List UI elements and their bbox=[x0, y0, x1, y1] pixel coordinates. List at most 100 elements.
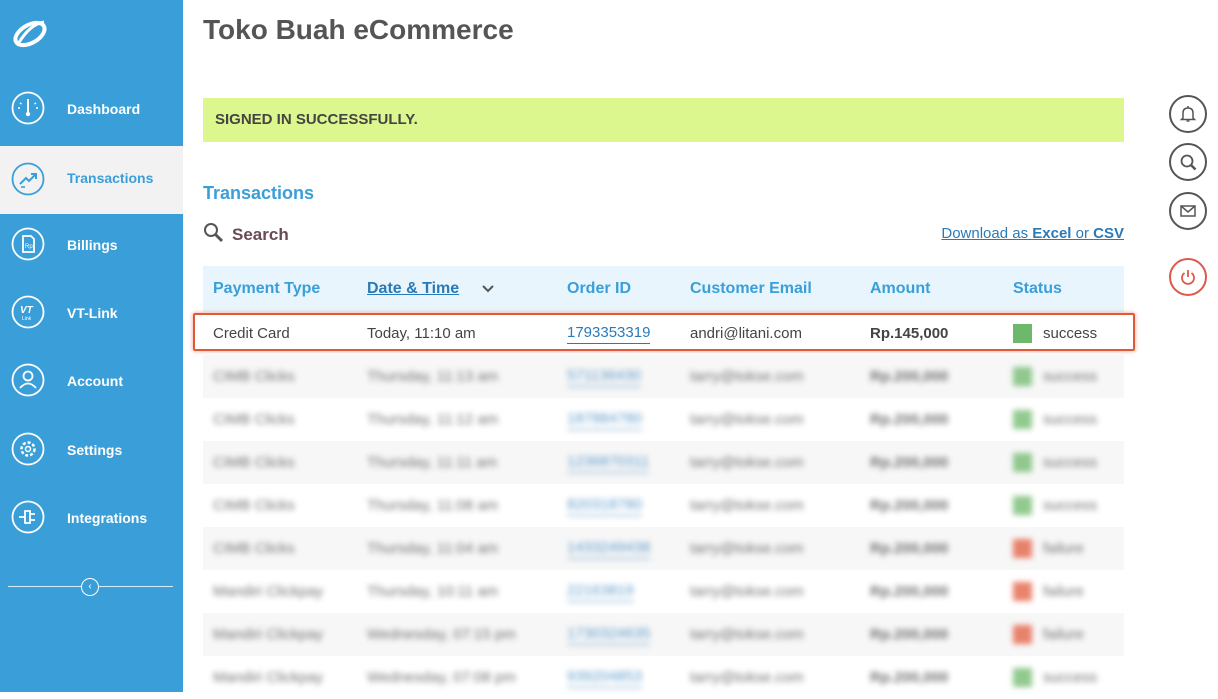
sidebar-item-label: Account bbox=[67, 373, 123, 389]
power-icon bbox=[1181, 270, 1195, 285]
gear-icon bbox=[11, 432, 45, 466]
column-header-amount[interactable]: Amount bbox=[870, 266, 930, 312]
sidebar-item-label: Settings bbox=[67, 442, 123, 458]
cell-customer-email: tarry@tokse.com bbox=[690, 411, 804, 428]
cell-order-id[interactable]: 1793353319 bbox=[567, 323, 651, 344]
cell-order-id[interactable]: 1730324635 bbox=[567, 624, 651, 645]
cell-customer-email: tarry@tokse.com bbox=[690, 368, 804, 385]
cell-status: success bbox=[1043, 411, 1098, 428]
cell-customer-email: tarry@tokse.com bbox=[690, 497, 804, 514]
table-row[interactable]: CIMB Clicks Thursday, 11:12 am 187884780 ta… bbox=[203, 398, 1124, 441]
column-header-date-time[interactable]: Date & Time bbox=[367, 266, 459, 312]
sidebar-item-account[interactable]: Account bbox=[0, 347, 183, 415]
cell-status: success bbox=[1043, 325, 1098, 342]
cell-status: success bbox=[1043, 497, 1098, 514]
cell-date-time: Wednesday, 07:08 pm bbox=[367, 669, 516, 686]
status-indicator bbox=[1013, 496, 1032, 515]
sidebar-item-integrations[interactable]: Integrations bbox=[0, 484, 183, 552]
cell-order-id[interactable]: 939204853 bbox=[567, 667, 643, 688]
table-row[interactable]: Mandiri Clickpay Wednesday, 07:15 pm 17303… bbox=[203, 613, 1124, 656]
sidebar-item-transactions[interactable]: Transactions bbox=[0, 146, 183, 214]
cell-order-id[interactable]: 187884780 bbox=[567, 409, 643, 430]
cell-amount: Rp.200,000 bbox=[870, 497, 949, 514]
cell-customer-email: tarry@tokse.com bbox=[690, 540, 804, 557]
status-indicator bbox=[1013, 539, 1032, 558]
cell-status: failure bbox=[1043, 626, 1084, 643]
page-title: Toko Buah eCommerce bbox=[203, 14, 514, 45]
sidebar-item-label: Dashboard bbox=[67, 101, 141, 117]
download-or: or bbox=[1071, 225, 1094, 242]
status-indicator bbox=[1013, 582, 1032, 601]
cell-payment-type: Mandiri Clickpay bbox=[213, 583, 324, 600]
search-button[interactable] bbox=[1169, 143, 1207, 181]
vt-link-icon: VTLink bbox=[11, 295, 45, 329]
column-header-order-id[interactable]: Order ID bbox=[567, 266, 631, 312]
cell-order-id[interactable]: 571136430 bbox=[567, 366, 641, 387]
search-icon bbox=[1180, 154, 1197, 171]
cell-status: success bbox=[1043, 368, 1098, 385]
cell-payment-type: Credit Card bbox=[213, 325, 290, 342]
user-icon bbox=[11, 363, 45, 397]
cell-date-time: Thursday, 10:11 am bbox=[367, 583, 499, 600]
status-indicator bbox=[1013, 668, 1032, 687]
cell-customer-email: tarry@tokse.com bbox=[690, 626, 804, 643]
table-row[interactable]: Mandiri Clickpay Thursday, 10:11 am 221638… bbox=[203, 570, 1124, 613]
table-row[interactable]: Mandiri Clickpay Wednesday, 07:08 pm 93920… bbox=[203, 656, 1124, 699]
bell-icon bbox=[1179, 106, 1197, 122]
cell-order-id[interactable]: 820318780 bbox=[567, 495, 643, 516]
mail-icon bbox=[1180, 205, 1196, 217]
cell-payment-type: CIMB Clicks bbox=[213, 497, 295, 514]
cell-date-time: Thursday, 11:12 am bbox=[367, 411, 499, 428]
cell-customer-email: andri@litani.com bbox=[690, 325, 802, 342]
cell-amount: Rp.200,000 bbox=[870, 583, 949, 600]
column-header-customer-email[interactable]: Customer Email bbox=[690, 266, 812, 312]
cell-customer-email: tarry@tokse.com bbox=[690, 454, 804, 471]
cell-amount: Rp.200,000 bbox=[870, 411, 949, 428]
messages-button[interactable] bbox=[1169, 192, 1207, 230]
status-indicator bbox=[1013, 410, 1032, 429]
cell-status: success bbox=[1043, 669, 1098, 686]
table-row[interactable]: CIMB Clicks Thursday, 11:13 am 571136430 ta… bbox=[203, 355, 1124, 398]
cell-amount: Rp.200,000 bbox=[870, 454, 949, 471]
cell-date-time: Today, 11:10 am bbox=[367, 325, 476, 342]
status-indicator bbox=[1013, 453, 1032, 472]
chevron-down-icon[interactable] bbox=[481, 282, 495, 296]
logout-button[interactable] bbox=[1169, 258, 1207, 296]
notifications-button[interactable] bbox=[1169, 95, 1207, 133]
download-excel-link[interactable]: Excel bbox=[1032, 225, 1071, 242]
sidebar-item-dashboard[interactable]: Dashboard bbox=[0, 75, 183, 143]
table-row[interactable]: CIMB Clicks Thursday, 11:11 am 1236870311 t… bbox=[203, 441, 1124, 484]
sidebar-item-label: Transactions bbox=[67, 170, 154, 186]
table-header: Payment Type Date & Time Order ID Custom… bbox=[203, 266, 1124, 312]
download-csv-link[interactable]: CSV bbox=[1093, 225, 1124, 242]
sidebar-item-billings[interactable]: Rp Billings bbox=[0, 211, 183, 279]
cell-status: failure bbox=[1043, 540, 1084, 557]
cell-order-id[interactable]: 22163819 bbox=[567, 581, 634, 602]
plug-icon bbox=[11, 500, 45, 534]
cell-order-id[interactable]: 1433249438 bbox=[567, 538, 651, 559]
cell-payment-type: CIMB Clicks bbox=[213, 411, 295, 428]
cell-status: failure bbox=[1043, 583, 1084, 600]
table-row[interactable]: CIMB Clicks Thursday, 11:08 am 820318780 ta… bbox=[203, 484, 1124, 527]
cell-payment-type: CIMB Clicks bbox=[213, 368, 295, 385]
sidebar-item-vt-link[interactable]: VT Link VT-Link bbox=[0, 279, 183, 347]
transactions-icon bbox=[11, 162, 45, 196]
sidebar-item-label: VT-Link bbox=[67, 305, 118, 321]
cell-status: success bbox=[1043, 454, 1098, 471]
table-row[interactable]: CIMB Clicks Thursday, 11:04 am 1433249438 t… bbox=[203, 527, 1124, 570]
chevron-left-icon[interactable]: ‹ bbox=[81, 578, 99, 596]
cell-customer-email: tarry@tokse.com bbox=[690, 669, 804, 686]
cell-customer-email: tarry@tokse.com bbox=[690, 583, 804, 600]
column-header-payment-type[interactable]: Payment Type bbox=[213, 266, 320, 312]
cell-order-id[interactable]: 1236870311 bbox=[567, 452, 650, 473]
cell-payment-type: Mandiri Clickpay bbox=[213, 669, 324, 686]
cell-amount: Rp.200,000 bbox=[870, 626, 949, 643]
search-icon bbox=[204, 223, 224, 243]
table-row[interactable]: Credit Card Today, 11:10 am 1793353319 andr… bbox=[203, 312, 1124, 355]
sidebar: Dashboard Transactions Rp Billings VT Lin… bbox=[0, 0, 183, 692]
cell-payment-type: CIMB Clicks bbox=[213, 454, 295, 471]
sidebar-item-label: Integrations bbox=[67, 510, 148, 526]
column-header-status[interactable]: Status bbox=[1013, 266, 1062, 312]
billing-document-icon: Rp bbox=[11, 227, 45, 261]
sidebar-item-settings[interactable]: Settings bbox=[0, 416, 183, 484]
